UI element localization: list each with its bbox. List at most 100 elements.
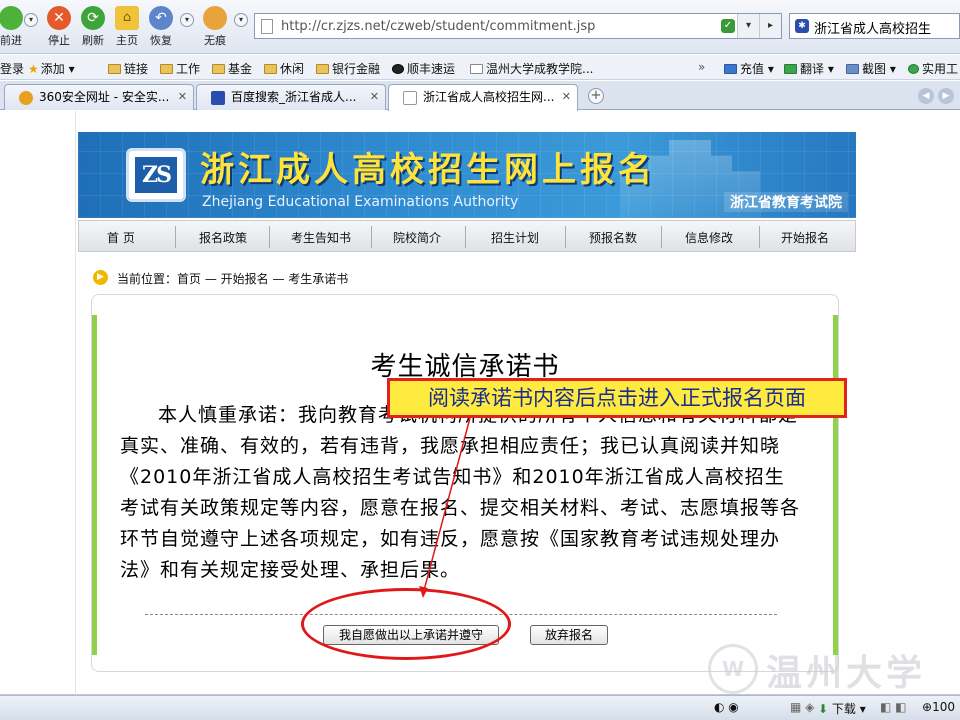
university-watermark: W 温州大学: [708, 640, 958, 698]
screenshot-icon: [846, 64, 859, 74]
download-button[interactable]: ⬇ 下载 ▾: [818, 700, 866, 717]
security-shield-icon[interactable]: ✓: [721, 19, 735, 33]
favorites-item-funds[interactable]: 基金: [212, 60, 252, 77]
close-tab-icon[interactable]: ✕: [178, 85, 187, 109]
close-tab-icon[interactable]: ✕: [562, 85, 571, 109]
university-seal-icon: W: [708, 644, 758, 694]
incognito-button[interactable]: 无痕: [198, 2, 232, 52]
page-icon: [470, 64, 483, 74]
new-tab-button[interactable]: +: [588, 88, 604, 104]
menu-separator: [175, 226, 176, 248]
favorites-item-banking[interactable]: 银行金融: [316, 60, 380, 77]
site-subtitle: Zhejiang Educational Examinations Author…: [202, 194, 519, 210]
address-url[interactable]: http://cr.zjzs.net/czweb/student/commitm…: [281, 19, 595, 34]
download-icon: ⬇: [818, 702, 829, 716]
close-tab-icon[interactable]: ✕: [370, 85, 379, 109]
folder-icon: [264, 64, 277, 74]
folder-icon: [316, 64, 329, 74]
home-icon: ⌂: [115, 6, 139, 30]
screenshot-button[interactable]: 截图 ▾: [846, 60, 896, 77]
favorites-bar: 登录 ★ 添加 ▾ 链接 工作 基金 休闲 银行金融 顺丰速运 温州大学成教学院.…: [0, 55, 960, 80]
tab-360[interactable]: 360安全网址 - 安全实... ✕: [4, 84, 194, 110]
status-bar: ◐ ◉ ▦ ◈ ⬇ 下载 ▾ ◧ ◧ ⊕100: [0, 695, 960, 720]
status-plugin-icon[interactable]: ◐ ◉: [714, 700, 739, 714]
address-bar[interactable]: http://cr.zjzs.net/czweb/student/commitm…: [254, 13, 782, 39]
sf-logo-icon: [392, 64, 404, 74]
main-menu: 首 页 报名政策 考生告知书 院校简介 招生计划 预报名数 信息修改 开始报名: [78, 220, 856, 252]
favorites-item-sf-express[interactable]: 顺丰速运: [392, 60, 455, 77]
menu-item-plan[interactable]: 招生计划: [491, 229, 539, 246]
tools-button[interactable]: 实用工: [908, 60, 958, 77]
favorites-add[interactable]: ★ 添加 ▾: [28, 60, 75, 77]
tab-baidu[interactable]: 百度搜索_浙江省成人... ✕: [196, 84, 386, 110]
favorites-login[interactable]: 登录: [0, 60, 24, 77]
page-icon: [403, 91, 417, 105]
status-misc-icons[interactable]: ◧ ◧: [880, 700, 907, 714]
annotation-callout: 阅读承诺书内容后点击进入正式报名页面: [387, 378, 847, 418]
abandon-registration-button[interactable]: 放弃报名: [530, 625, 608, 645]
translate-button[interactable]: 翻译 ▾: [784, 60, 834, 77]
forward-dropdown-icon[interactable]: ▾: [24, 13, 38, 27]
menu-item-colleges[interactable]: 院校简介: [393, 229, 441, 246]
favorites-item-work[interactable]: 工作: [160, 60, 200, 77]
tab-scroll-right-icon[interactable]: ▶: [938, 88, 954, 104]
favorites-item-wzu[interactable]: 温州大学成教学院...: [470, 60, 593, 77]
tab-zjzs-active[interactable]: 浙江省成人高校招生网... ✕: [388, 84, 578, 111]
plus-icon: [908, 64, 919, 74]
menu-item-start[interactable]: 开始报名: [781, 229, 829, 246]
menu-item-modify[interactable]: 信息修改: [685, 229, 733, 246]
star-icon: ★: [28, 62, 39, 76]
site-logo: ZS: [126, 148, 186, 202]
refresh-icon: ⟳: [81, 6, 105, 30]
incognito-dropdown-icon[interactable]: ▾: [234, 13, 248, 27]
browser-window: 前进 ▾ ✕ 停止 ⟳ 刷新 ⌂ 主页 ↶ 恢复 ▾ 无痕 ▾ http://c…: [0, 0, 960, 720]
home-button[interactable]: ⌂ 主页: [110, 2, 144, 52]
search-input[interactable]: 浙江省成人高校招生: [814, 18, 931, 37]
menu-separator: [759, 226, 760, 248]
menu-separator: [269, 226, 270, 248]
restore-button[interactable]: ↶ 恢复: [144, 2, 178, 52]
page-icon: [261, 19, 273, 34]
stop-icon: ✕: [47, 6, 71, 30]
pledge-body: 本人慎重承诺：我向教育考试机构所提供的所有个人信息和有关材料都是真实、准确、有效…: [120, 404, 801, 581]
favorites-more-icon[interactable]: »: [698, 60, 705, 74]
zoom-control[interactable]: ⊕100: [922, 700, 955, 714]
folder-icon: [108, 64, 121, 74]
recharge-button[interactable]: 充值 ▾: [724, 60, 774, 77]
baidu-paw-icon: [211, 91, 225, 105]
menu-separator: [565, 226, 566, 248]
stop-button[interactable]: ✕ 停止: [42, 2, 76, 52]
zoom-icon: ⊕: [922, 700, 933, 714]
logo-zs-text: ZS: [135, 157, 177, 193]
restore-dropdown-icon[interactable]: ▾: [180, 13, 194, 27]
forward-button[interactable]: 前进: [0, 2, 28, 52]
site-title: 浙江成人高校招生网上报名: [200, 150, 656, 190]
folder-icon: [212, 64, 225, 74]
menu-item-policy[interactable]: 报名政策: [199, 229, 247, 246]
favorites-item-leisure[interactable]: 休闲: [264, 60, 304, 77]
search-box[interactable]: ✱ 浙江省成人高校招生: [789, 13, 960, 39]
menu-separator: [465, 226, 466, 248]
address-dropdown-icon[interactable]: ▾: [737, 14, 759, 38]
site-banner: ZS 浙江成人高校招生网上报名 Zhejiang Educational Exa…: [78, 132, 856, 218]
tab-scroll-left-icon[interactable]: ◀: [918, 88, 934, 104]
baidu-paw-icon: ✱: [795, 19, 809, 33]
refresh-button[interactable]: ⟳ 刷新: [76, 2, 110, 52]
360-logo-icon: [19, 91, 33, 105]
status-tools-icons[interactable]: ▦ ◈: [790, 700, 814, 714]
undo-icon: ↶: [149, 6, 173, 30]
folder-icon: [160, 64, 173, 74]
authority-name: 浙江省教育考试院: [724, 192, 848, 212]
menu-item-notice[interactable]: 考生告知书: [291, 229, 351, 246]
arrow-right-icon: ▶: [93, 270, 108, 285]
menu-item-pre-count[interactable]: 预报名数: [589, 229, 637, 246]
forward-arrow-icon: [0, 6, 23, 30]
tab-bar: 360安全网址 - 安全实... ✕ 百度搜索_浙江省成人... ✕ 浙江省成人…: [0, 81, 960, 111]
recharge-icon: [724, 64, 737, 74]
page-border-line: [75, 111, 76, 695]
menu-item-home[interactable]: 首 页: [107, 229, 135, 246]
go-arrow-icon[interactable]: ▸: [759, 14, 781, 38]
breadcrumb-text: 当前位置：首页 — 开始报名 — 考生承诺书: [117, 272, 349, 286]
favorites-item-links[interactable]: 链接: [108, 60, 148, 77]
paw-icon: [203, 6, 227, 30]
